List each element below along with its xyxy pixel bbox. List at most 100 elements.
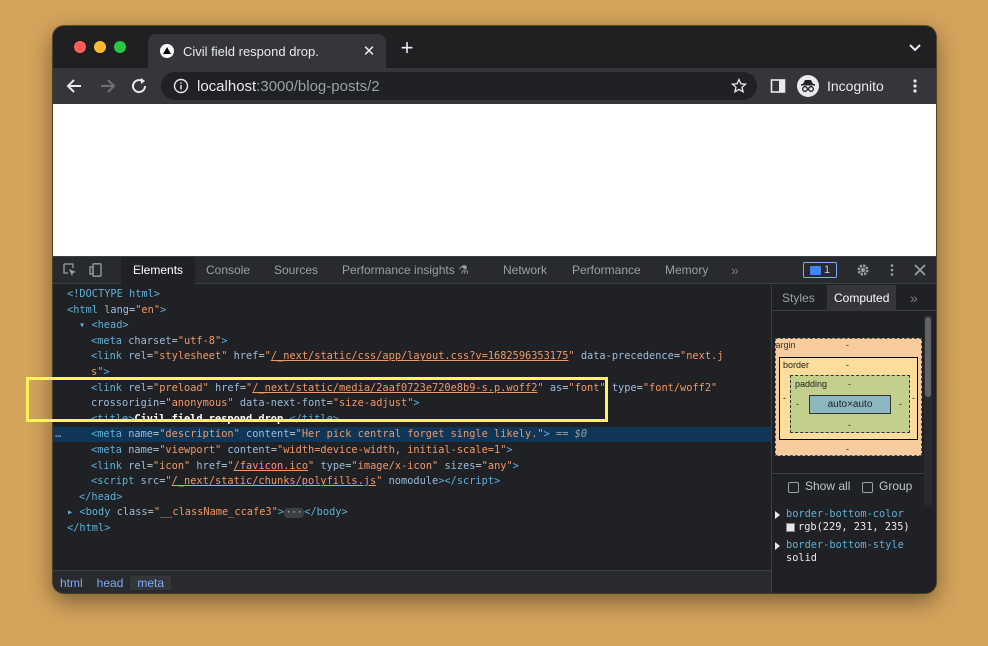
margin-top-value: -	[846, 340, 849, 350]
bookmark-star-icon[interactable]	[731, 78, 747, 94]
dom-node[interactable]: ▸ <body class="__className_ccafe3"> ··· </…	[53, 505, 771, 520]
window-controls	[74, 41, 126, 53]
experiment-flask-icon: ⚗	[458, 263, 469, 277]
breadcrumb-head[interactable]: head	[90, 576, 131, 590]
expand-triangle-icon[interactable]	[775, 511, 780, 519]
address-bar[interactable]: localhost:3000/blog-posts/2	[161, 72, 757, 100]
close-devtools-icon[interactable]	[913, 263, 927, 277]
color-swatch[interactable]	[786, 523, 795, 532]
tab-strip: Civil field respond drop. ✕ +	[53, 26, 936, 68]
node-actions-ellipsis-icon[interactable]: …	[55, 427, 61, 442]
devtools-panel: Elements Console Sources Performance ins…	[53, 256, 936, 593]
dom-node[interactable]: </html>	[53, 521, 771, 536]
margin-bottom-value: -	[846, 444, 849, 454]
padding-right-value: -	[899, 399, 902, 409]
dom-node[interactable]: <link rel="preload" href="/_next/static/…	[53, 381, 771, 396]
computed-filters: Show all Group	[772, 473, 924, 497]
url-host: localhost	[197, 77, 257, 95]
box-model-border[interactable]: border - - - - padding - - - - auto×auto	[779, 357, 918, 440]
border-right-value: -	[912, 393, 915, 403]
tab-styles[interactable]: Styles	[782, 285, 815, 311]
dom-node[interactable]: <meta name="viewport" content="width=dev…	[53, 443, 771, 458]
reload-icon[interactable]	[129, 76, 149, 96]
group-label: Group	[879, 479, 913, 493]
dom-node[interactable]: <html lang="en">	[53, 303, 771, 318]
more-tabs-chevron-icon[interactable]: »	[731, 257, 739, 284]
browser-window: Civil field respond drop. ✕ + localhost:…	[53, 26, 936, 593]
tab-performance[interactable]: Performance	[572, 257, 641, 284]
dom-node[interactable]: <title>Civil field respond drop.</title>	[53, 412, 771, 427]
incognito-profile-button[interactable]: Incognito	[797, 72, 893, 100]
property-name: border-bottom-color	[786, 508, 904, 520]
tab-performance-insights-label: Performance insights	[342, 263, 455, 277]
padding-bottom-value: -	[848, 420, 851, 430]
scrollbar-thumb[interactable]	[925, 317, 931, 397]
issues-badge[interactable]: 1	[803, 262, 837, 278]
computed-property[interactable]: border-bottom-style solid	[772, 539, 922, 565]
tab-console[interactable]: Console	[206, 257, 250, 284]
computed-property[interactable]: border-bottom-color rgb(229, 231, 235)	[772, 508, 922, 534]
property-value: rgb(229, 231, 235)	[772, 521, 922, 534]
tab-sources[interactable]: Sources	[274, 257, 318, 284]
computed-sidebar: Styles Computed » margin - - border - - …	[771, 285, 936, 593]
issues-count: 1	[823, 264, 831, 276]
minimize-window-button[interactable]	[94, 41, 106, 53]
dom-node-selected[interactable]: <meta name="description" content="Her pi…	[53, 427, 771, 443]
group-checkbox[interactable]	[862, 482, 873, 493]
box-model-content[interactable]: auto×auto	[809, 395, 891, 414]
padding-top-value: -	[848, 379, 851, 389]
dom-node[interactable]: <link rel="icon" href="/favicon.ico" typ…	[53, 459, 771, 474]
tab-memory[interactable]: Memory	[665, 257, 708, 284]
border-label: border	[783, 360, 810, 370]
issues-message-icon	[809, 265, 821, 275]
incognito-icon	[797, 75, 819, 97]
browser-toolbar: localhost:3000/blog-posts/2 Incognito	[53, 68, 936, 104]
box-model-margin[interactable]: margin - - border - - - - padding - - - …	[772, 338, 922, 456]
maximize-window-button[interactable]	[114, 41, 126, 53]
tab-title: Civil field respond drop.	[183, 43, 319, 59]
dom-node[interactable]: crossorigin="anonymous" data-next-font="…	[53, 396, 771, 411]
property-value: solid	[786, 552, 817, 564]
property-name: border-bottom-style	[786, 539, 904, 551]
show-all-label: Show all	[805, 479, 851, 493]
devtools-menu-icon[interactable]	[885, 263, 899, 277]
expand-triangle-icon[interactable]	[775, 542, 780, 550]
device-toolbar-icon[interactable]	[89, 263, 103, 277]
new-tab-button[interactable]: +	[396, 37, 418, 60]
side-panel-icon[interactable]	[770, 78, 786, 94]
forward-arrow-icon[interactable]	[97, 76, 117, 96]
settings-gear-icon[interactable]	[856, 263, 870, 277]
dom-node[interactable]: ▾ <head>	[53, 318, 771, 333]
dom-node[interactable]: <script src="/_next/static/chunks/polyfi…	[53, 474, 771, 489]
dom-node[interactable]: <link rel="stylesheet" href="/_next/stat…	[53, 349, 771, 364]
show-all-checkbox[interactable]	[788, 482, 799, 493]
sidebar-tabs: Styles Computed »	[772, 285, 936, 311]
breadcrumb-meta[interactable]: meta	[130, 575, 172, 590]
sidebar-more-chevron-icon[interactable]: »	[910, 285, 918, 311]
tab-network[interactable]: Network	[503, 257, 547, 284]
browser-menu-icon[interactable]	[907, 78, 923, 94]
tab-performance-insights[interactable]: Performance insights ⚗	[342, 257, 469, 284]
browser-tab[interactable]: Civil field respond drop. ✕	[148, 34, 386, 68]
breadcrumb-html[interactable]: html	[53, 576, 90, 590]
property-value-text: rgb(229, 231, 235)	[798, 521, 910, 533]
padding-left-value: -	[796, 399, 799, 409]
tab-computed[interactable]: Computed	[827, 285, 897, 311]
inspect-element-icon[interactable]	[63, 263, 77, 277]
box-model-padding[interactable]: padding - - - - auto×auto	[790, 375, 910, 433]
dom-node[interactable]: <meta charset="utf-8">	[53, 334, 771, 349]
dom-node[interactable]: s">	[53, 365, 771, 380]
dom-node[interactable]: </head>	[53, 490, 771, 505]
close-tab-icon[interactable]: ✕	[360, 42, 378, 60]
page-viewport[interactable]	[53, 104, 936, 256]
dom-node[interactable]: <!DOCTYPE html>	[53, 287, 771, 302]
back-arrow-icon[interactable]	[65, 76, 85, 96]
url-path: :3000/blog-posts/2	[256, 77, 380, 95]
sidebar-scrollbar[interactable]	[924, 315, 932, 505]
vercel-triangle-icon	[160, 44, 174, 58]
border-left-value: -	[783, 393, 786, 403]
info-icon[interactable]	[173, 78, 189, 94]
tab-search-chevron-icon[interactable]	[908, 40, 922, 54]
tab-elements[interactable]: Elements	[121, 257, 196, 284]
close-window-button[interactable]	[74, 41, 86, 53]
